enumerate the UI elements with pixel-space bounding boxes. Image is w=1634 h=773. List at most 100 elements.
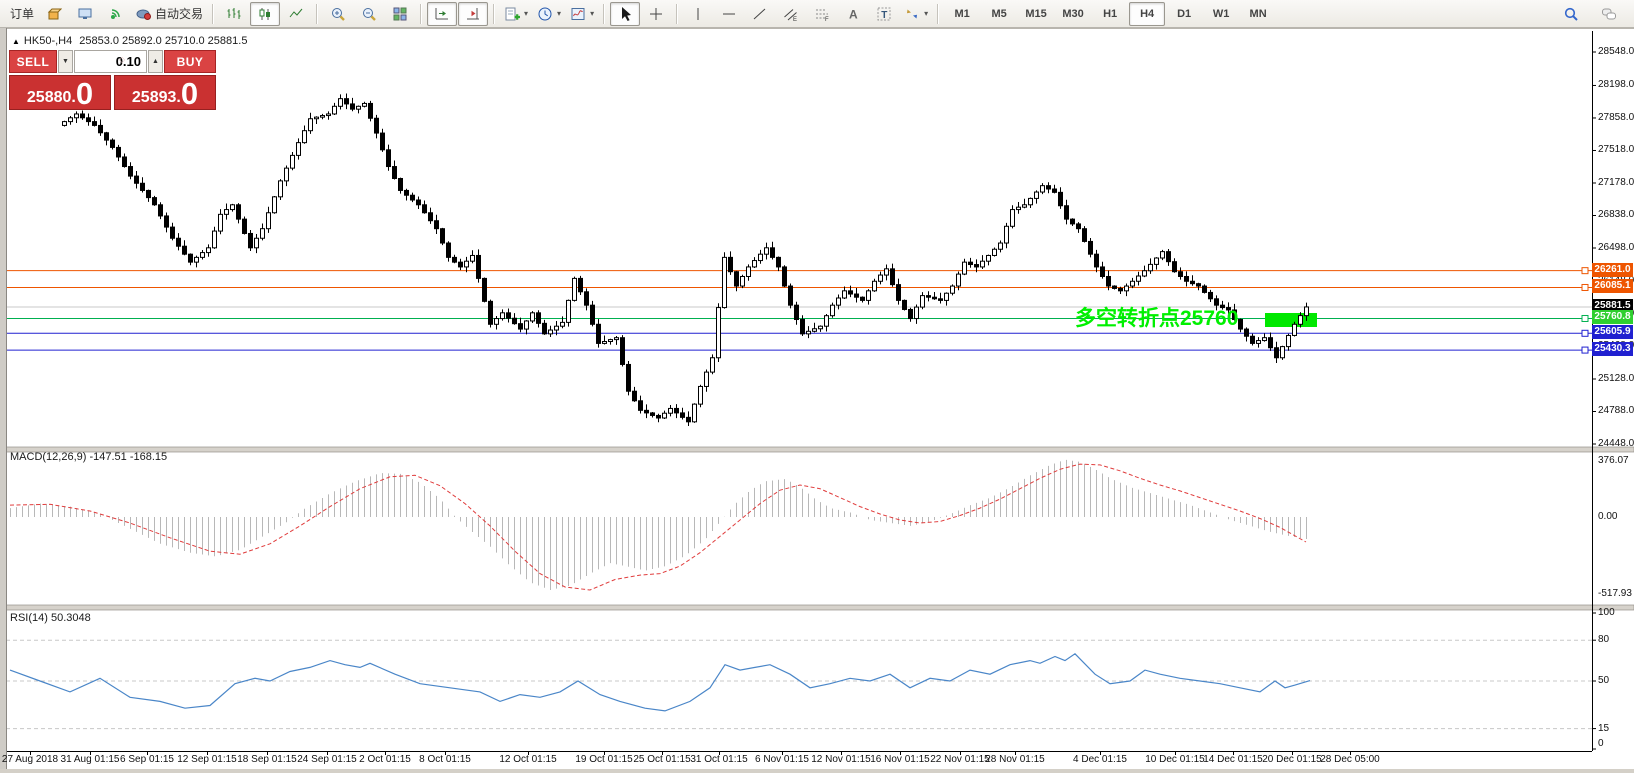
widget-diamond-icon: ◇: [119, 55, 126, 64]
indicators-icon: [570, 6, 586, 22]
cursor-button[interactable]: [610, 1, 641, 26]
autotrading-icon: [136, 6, 152, 22]
tf-m1-button[interactable]: M1: [944, 2, 980, 26]
cursor-icon: [617, 6, 633, 22]
bar-chart-button[interactable]: [219, 2, 249, 26]
new-order-cube-icon-icon: [46, 6, 63, 22]
symbol-timeframe-label: HK50-,H4: [23, 35, 73, 47]
tf-h1-button-label: H1: [1103, 7, 1118, 20]
new-order-button[interactable]: ▾: [500, 2, 532, 26]
window-left-edge: [0, 28, 7, 773]
zoom-out-button[interactable]: [354, 2, 384, 26]
buy-price-big-digit: 0: [180, 76, 199, 112]
vertical-line-icon: [690, 6, 706, 22]
tf-h1-button[interactable]: H1: [1092, 2, 1128, 26]
tf-m5-button[interactable]: M5: [981, 2, 1017, 26]
tf-m15-button[interactable]: M15: [1018, 2, 1054, 26]
volume-decrease-button[interactable]: ▼: [58, 50, 73, 73]
buy-price-display[interactable]: 25893. 0: [114, 75, 216, 110]
svg-text:F: F: [825, 17, 829, 22]
indicators-button[interactable]: ▾: [566, 2, 598, 26]
arrows-button[interactable]: ▾: [900, 2, 932, 26]
buy-price-main: 25893: [131, 89, 177, 107]
toolbar-separator: [316, 3, 319, 24]
trendline-button[interactable]: [745, 2, 775, 26]
bar-chart-icon: [226, 6, 242, 22]
volume-input[interactable]: [74, 50, 147, 73]
signals-icon[interactable]: [101, 2, 131, 26]
market-watch-icon-icon: [77, 6, 93, 22]
search-icon-icon: [1563, 6, 1579, 22]
text-icon: A: [845, 6, 861, 22]
vertical-line-button[interactable]: [683, 2, 713, 26]
periods-clock-icon: [537, 6, 553, 22]
candlestick-chart-icon: [257, 6, 273, 22]
svg-text:T: T: [881, 10, 887, 21]
macd-indicator-label: MACD(12,26,9) -147.51 -168.15: [10, 451, 168, 463]
fibonacci-icon: F: [814, 6, 830, 22]
tf-d1-button[interactable]: D1: [1166, 2, 1202, 26]
signals-icon-icon: [108, 6, 124, 22]
fibonacci-button[interactable]: F: [807, 2, 837, 26]
rsi-indicator-label: RSI(14) 50.3048: [10, 612, 91, 624]
svg-text:E: E: [793, 17, 797, 22]
toolbar-separator: [212, 3, 215, 24]
orders-button-label: 订单: [10, 7, 35, 21]
chevron-down-icon: ▾: [590, 9, 595, 18]
crosshair-button[interactable]: [641, 2, 671, 26]
market-watch-icon[interactable]: [70, 2, 100, 26]
price-chart-canvas[interactable]: [0, 0, 1634, 773]
tf-mn-button[interactable]: MN: [1240, 2, 1276, 26]
zoom-in-icon: [330, 6, 346, 22]
tf-mn-button-label: MN: [1249, 7, 1267, 20]
auto-scroll-button[interactable]: [427, 1, 458, 26]
arrows-icon: [904, 6, 920, 22]
tf-w1-button-label: W1: [1212, 7, 1230, 20]
equidistant-channel-button[interactable]: E: [776, 2, 806, 26]
sell-button[interactable]: SELL: [9, 50, 57, 73]
text-button[interactable]: A: [838, 2, 868, 26]
chat-icon-icon: [1601, 6, 1617, 22]
crosshair-icon: [648, 6, 664, 22]
new-order-cube-icon[interactable]: [39, 2, 69, 26]
candlestick-chart-button[interactable]: [250, 1, 281, 26]
chevron-down-icon: ▾: [524, 9, 529, 18]
autotrading-button[interactable]: 自动交易: [132, 2, 207, 26]
window-bottom-edge: [0, 769, 1634, 773]
symbol-header: ▲ HK50-,H4 25853.0 25892.0 25710.0 25881.5: [12, 35, 247, 47]
tf-m5-button-label: M5: [991, 7, 1007, 20]
tf-m30-button-label: M30: [1062, 7, 1084, 20]
toolbar-separator: [937, 3, 940, 24]
equidistant-channel-icon: E: [783, 6, 799, 22]
search-icon[interactable]: [1556, 2, 1586, 26]
volume-increase-button[interactable]: ▲: [148, 50, 163, 73]
buy-button[interactable]: BUY: [164, 50, 216, 73]
tf-w1-button[interactable]: W1: [1203, 2, 1239, 26]
periods-clock-button[interactable]: ▾: [533, 2, 565, 26]
zoom-in-button[interactable]: [323, 2, 353, 26]
orders-button[interactable]: 订单: [6, 2, 38, 26]
tf-h4-button[interactable]: H4: [1129, 1, 1166, 26]
chart-shift-button[interactable]: [458, 1, 489, 26]
trendline-icon: [752, 6, 768, 22]
chat-icon[interactable]: [1594, 2, 1624, 26]
line-chart-button[interactable]: [281, 2, 311, 26]
tf-d1-button-label: D1: [1177, 7, 1192, 20]
chevron-down-icon: ▾: [924, 9, 929, 18]
tf-h4-button-label: H4: [1140, 7, 1155, 20]
horizontal-line-button[interactable]: [714, 2, 744, 26]
collapse-arrow-icon: ▲: [12, 37, 20, 46]
tf-m30-button[interactable]: M30: [1055, 2, 1091, 26]
macd-histogram: [10, 459, 1307, 590]
autotrading-button-label: 自动交易: [155, 7, 204, 21]
pivot-annotation-text[interactable]: 多空转折点25760: [1075, 302, 1238, 332]
sell-price-display[interactable]: 25880. 0: [9, 75, 111, 110]
text-label-button[interactable]: T: [869, 2, 899, 26]
tile-windows-button[interactable]: [385, 2, 415, 26]
new-order-icon: [504, 6, 521, 22]
chart-shift-icon: [465, 6, 481, 22]
rsi-line: [9, 653, 1311, 712]
tile-windows-icon: [392, 6, 408, 22]
line-chart-icon: [288, 6, 304, 22]
toolbar-separator: [676, 3, 679, 24]
